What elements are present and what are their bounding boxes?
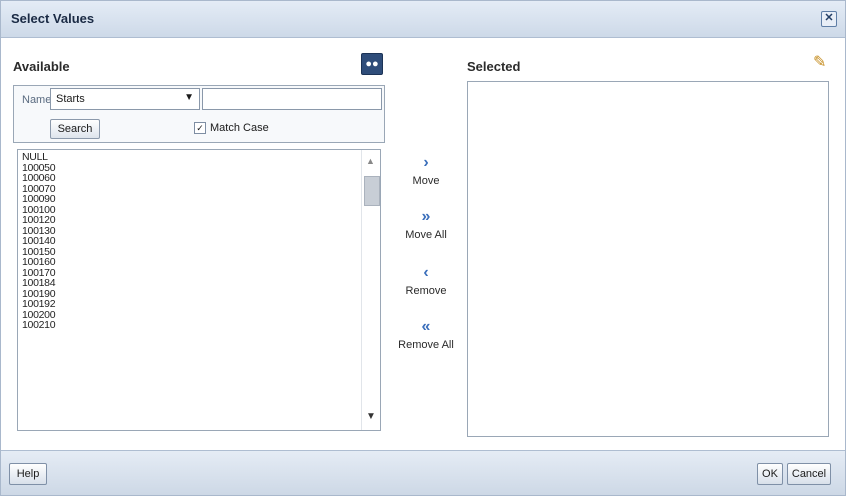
binoculars-icon[interactable]: ●● — [361, 53, 383, 75]
close-icon[interactable]: ✕ — [821, 11, 837, 27]
match-case-label: Match Case — [210, 122, 269, 134]
list-item[interactable]: 100160 — [22, 257, 352, 268]
move-all-label: Move All — [405, 229, 447, 241]
move-label: Move — [412, 175, 440, 187]
list-item[interactable]: 100090 — [22, 194, 352, 205]
list-item[interactable]: 100140 — [22, 236, 352, 247]
remove-label: Remove — [405, 285, 447, 297]
ok-button[interactable]: OK — [757, 463, 783, 485]
list-item[interactable]: 100200 — [22, 309, 352, 321]
available-items: NULL 100050 100060 100070 100090 100100 100120… — [22, 152, 352, 331]
chevron-down-icon: ▼ — [184, 92, 194, 103]
scroll-thumb[interactable] — [364, 176, 380, 206]
match-case-option[interactable]: ✓ Match Case — [194, 122, 269, 135]
dialog-title: Select Values — [11, 11, 95, 26]
match-case-checkbox[interactable]: ✓ — [194, 122, 206, 135]
chevron-left-icon: ‹ — [423, 264, 429, 281]
list-item[interactable]: 100070 — [22, 183, 352, 195]
list-item[interactable]: 100100 — [22, 204, 352, 216]
pencil-icon[interactable]: ✎ — [813, 55, 829, 71]
remove-button[interactable]: ‹ Remove — [393, 264, 459, 298]
list-item[interactable]: 100210 — [22, 320, 352, 331]
list-item[interactable]: 100184 — [22, 278, 352, 289]
move-button[interactable]: › Move — [393, 154, 459, 188]
remove-all-label: Remove All — [398, 339, 454, 351]
list-item[interactable]: 100190 — [22, 288, 352, 300]
select-values-dialog: Select Values ✕ Available ●● Name Starts… — [0, 0, 846, 496]
available-label: Available — [13, 59, 70, 74]
list-item[interactable]: 100050 — [22, 162, 352, 174]
list-item[interactable]: 100192 — [22, 299, 352, 310]
list-item[interactable]: NULL — [22, 152, 352, 163]
list-item[interactable]: 100170 — [22, 267, 352, 279]
scroll-up-icon[interactable]: ▲ — [366, 156, 375, 166]
move-all-button[interactable]: » Move All — [393, 208, 459, 242]
double-chevron-right-icon: » — [421, 208, 431, 225]
chevron-right-icon: › — [423, 154, 429, 171]
list-item[interactable]: 100130 — [22, 225, 352, 237]
dialog-footer: Help OK Cancel — [1, 450, 845, 495]
list-item[interactable]: 100120 — [22, 215, 352, 226]
double-chevron-left-icon: « — [421, 318, 431, 335]
operator-select[interactable]: Starts ▼ — [50, 88, 200, 110]
search-input[interactable] — [202, 88, 382, 110]
help-button[interactable]: Help — [9, 463, 47, 485]
available-list[interactable]: NULL 100050 100060 100070 100090 100100 100120… — [17, 149, 381, 431]
filter-field-label: Name — [22, 94, 52, 106]
selected-list[interactable] — [467, 81, 829, 437]
search-button[interactable]: Search — [50, 119, 100, 139]
remove-all-button[interactable]: « Remove All — [393, 318, 459, 352]
dialog-titlebar: Select Values ✕ — [1, 1, 845, 38]
search-panel: Name Starts ▼ Search ✓ Match Case — [13, 85, 385, 143]
list-item[interactable]: 100060 — [22, 173, 352, 184]
scroll-down-icon[interactable]: ▼ — [366, 411, 376, 422]
cancel-button[interactable]: Cancel — [787, 463, 831, 485]
scrollbar[interactable]: ▲ ▼ — [361, 150, 380, 430]
list-item[interactable]: 100150 — [22, 246, 352, 258]
operator-value: Starts — [56, 93, 85, 105]
selected-label: Selected — [467, 59, 521, 74]
